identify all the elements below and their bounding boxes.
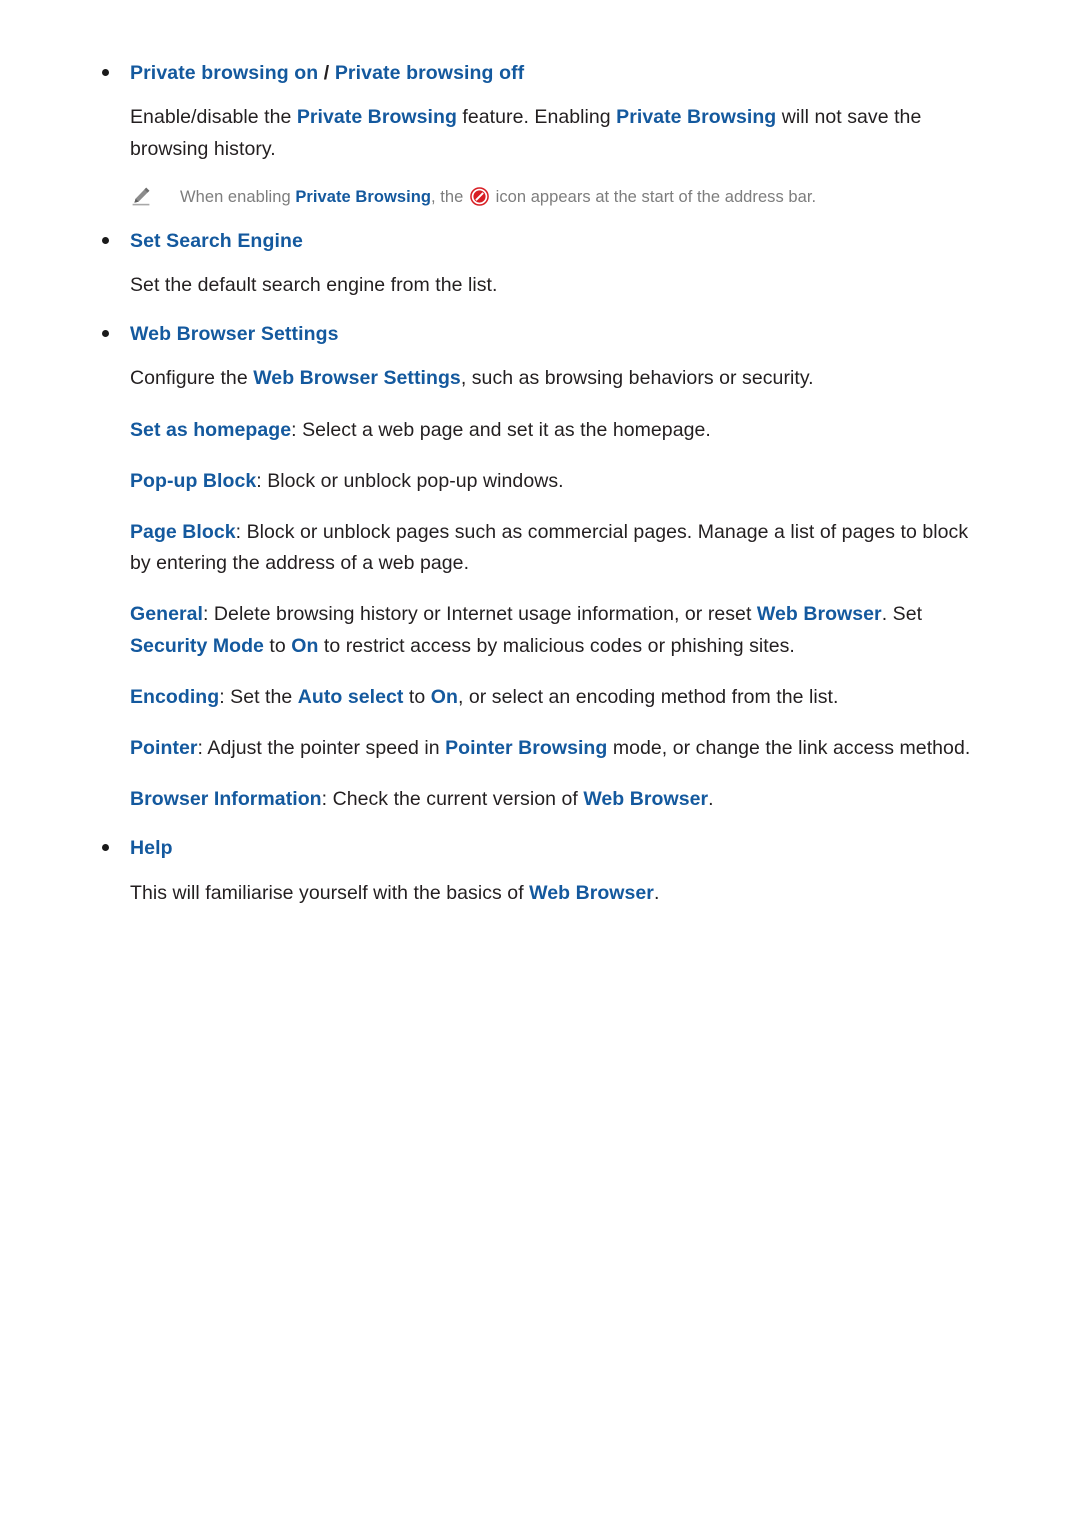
paragraph-highlight: Set as homepage — [130, 418, 292, 441]
paragraph-text: . — [708, 788, 714, 811]
section-title-private-browsing: Private browsing on / Private browsing o… — [130, 60, 990, 86]
paragraph-web-browser-settings-5: Encoding: Set the Auto select to On, or … — [130, 682, 990, 714]
paragraph-text: : Block or unblock pop-up windows. — [256, 469, 564, 492]
paragraph-text: feature. Enabling — [456, 106, 617, 129]
paragraph-highlight: Auto select — [297, 685, 404, 708]
paragraph-web-browser-settings-3: Page Block: Block or unblock pages such … — [130, 517, 990, 580]
paragraph-highlight: Private Browsing — [616, 106, 777, 129]
note-text: icon appears at the start of the address… — [490, 187, 817, 206]
note-private-browsing: When enabling Private Browsing, the icon… — [130, 185, 990, 210]
note-text: , the — [430, 187, 468, 206]
section-title-set-search-engine: Set Search Engine — [130, 228, 990, 254]
paragraph-text: Set the default search engine from the l… — [130, 274, 498, 297]
section-title-part: / — [318, 62, 335, 84]
paragraph-highlight: Web Browser Settings — [253, 367, 461, 390]
paragraph-text: . — [653, 881, 660, 904]
section-heading-web-browser-settings[interactable]: Web Browser Settings — [90, 321, 990, 347]
paragraph-web-browser-settings-1: Set as homepage: Select a web page and s… — [130, 415, 990, 447]
section-title-web-browser-settings: Web Browser Settings — [130, 321, 990, 347]
paragraph-private-browsing-0: Enable/disable the Private Browsing feat… — [130, 102, 990, 165]
paragraph-web-browser-settings-7: Browser Information: Check the current v… — [130, 784, 990, 816]
paragraph-text: . Set — [881, 603, 923, 626]
paragraph-text: : Check the current version of — [321, 788, 584, 811]
paragraph-highlight: Private Browsing — [296, 106, 457, 129]
paragraph-text: , such as browsing behaviors or security… — [460, 367, 814, 390]
paragraph-highlight: Pointer — [130, 737, 198, 760]
bullet-dot-icon — [102, 330, 109, 338]
section-title-help: Help — [130, 835, 990, 861]
note-highlight: Private Browsing — [295, 187, 431, 206]
section-title-part: Private browsing on — [130, 62, 319, 84]
paragraph-highlight: On — [291, 634, 319, 657]
section-heading-set-search-engine[interactable]: Set Search Engine — [90, 228, 990, 254]
paragraph-text: to — [263, 634, 292, 657]
paragraph-text: : Block or unblock pages such as commerc… — [130, 520, 969, 575]
paragraph-highlight: Pointer Browsing — [445, 737, 608, 760]
paragraph-web-browser-settings-2: Pop-up Block: Block or unblock pop-up wi… — [130, 466, 990, 498]
section-heading-private-browsing[interactable]: Private browsing on / Private browsing o… — [90, 60, 990, 86]
section-title-part: Web Browser Settings — [130, 323, 339, 346]
paragraph-web-browser-settings-6: Pointer: Adjust the pointer speed in Poi… — [130, 733, 990, 765]
paragraph-highlight: Web Browser — [583, 788, 709, 811]
paragraph-text: mode, or change the link access method. — [607, 737, 971, 760]
paragraph-highlight: Browser Information — [130, 788, 322, 811]
paragraph-text: , or select an encoding method from the … — [457, 685, 839, 708]
section-title-part: Private browsing off — [334, 62, 525, 84]
paragraph-help-0: This will familiarise yourself with the … — [130, 878, 990, 910]
paragraph-text: This will familiarise yourself with the … — [130, 881, 530, 904]
bullet-dot-icon — [102, 844, 109, 852]
paragraph-highlight: General — [130, 603, 203, 626]
paragraph-text: : Delete browsing history or Internet us… — [202, 603, 757, 626]
paragraph-set-search-engine-0: Set the default search engine from the l… — [130, 270, 990, 302]
paragraph-highlight: Encoding — [130, 685, 220, 708]
paragraph-highlight: Web Browser — [529, 881, 654, 904]
paragraph-web-browser-settings-0: Configure the Web Browser Settings, such… — [130, 363, 990, 395]
section-title-part: Set Search Engine — [130, 229, 303, 252]
paragraph-highlight: Security Mode — [130, 634, 264, 657]
bullet-dot-icon — [102, 236, 109, 244]
bullet-dot-icon — [102, 69, 109, 76]
paragraph-highlight: On — [430, 685, 458, 708]
paragraph-text: : Select a web page and set it as the ho… — [291, 418, 711, 441]
section-title-part: Help — [130, 837, 173, 860]
note-text: When enabling — [180, 187, 296, 206]
paragraph-text: Configure the — [130, 367, 254, 390]
paragraph-text: : Set the — [219, 685, 298, 708]
paragraph-text: to restrict access by malicious codes or… — [318, 634, 795, 657]
paragraph-text: to — [403, 685, 431, 708]
paragraph-web-browser-settings-4: General: Delete browsing history or Inte… — [130, 599, 990, 662]
paragraph-text: : Adjust the pointer speed in — [197, 737, 446, 760]
paragraph-highlight: Web Browser — [756, 603, 882, 626]
paragraph-text: Enable/disable the — [130, 106, 297, 129]
section-heading-help[interactable]: Help — [90, 835, 990, 861]
document-page: Private browsing on / Private browsing o… — [0, 0, 1080, 1527]
document-content: Private browsing on / Private browsing o… — [90, 60, 990, 909]
pencil-icon — [130, 185, 152, 207]
paragraph-highlight: Page Block — [130, 520, 236, 543]
paragraph-highlight: Pop-up Block — [130, 469, 257, 492]
private-browsing-icon — [470, 187, 489, 206]
